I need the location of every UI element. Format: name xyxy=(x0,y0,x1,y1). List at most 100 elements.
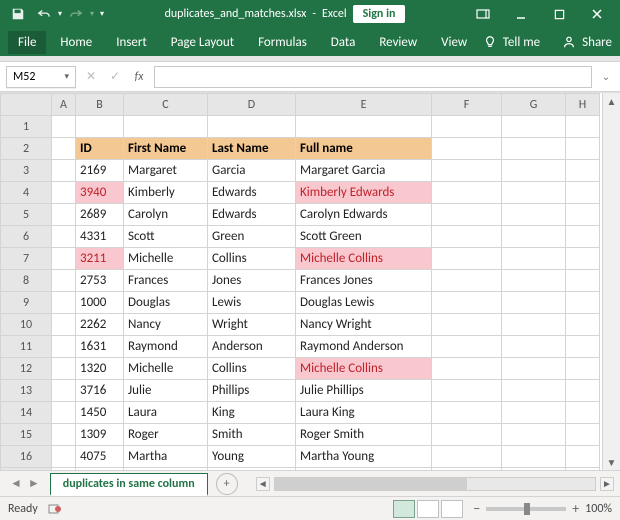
row-header[interactable]: 12 xyxy=(1,358,52,380)
cell[interactable]: Scott xyxy=(124,226,208,248)
tab-formulas[interactable]: Formulas xyxy=(248,31,317,54)
row-header[interactable]: 2 xyxy=(1,138,52,160)
cell[interactable] xyxy=(432,270,502,292)
cell[interactable]: Douglas xyxy=(124,292,208,314)
cell[interactable]: Young xyxy=(208,446,296,468)
cell[interactable] xyxy=(432,248,502,270)
tab-insert[interactable]: Insert xyxy=(106,31,157,54)
cell[interactable] xyxy=(502,424,566,446)
cell[interactable] xyxy=(566,314,600,336)
row-header[interactable]: 10 xyxy=(1,314,52,336)
cell[interactable] xyxy=(52,314,76,336)
horizontal-scrollbar[interactable]: ◄ ► xyxy=(250,477,620,491)
select-all-cell[interactable] xyxy=(1,94,52,116)
tab-review[interactable]: Review xyxy=(369,31,427,54)
cell[interactable]: Lewis xyxy=(208,292,296,314)
view-page-break-button[interactable] xyxy=(441,500,463,518)
col-header[interactable]: B xyxy=(76,94,124,116)
table-row[interactable]: 32169MargaretGarciaMargaret Garcia xyxy=(1,160,600,182)
row-header[interactable]: 16 xyxy=(1,446,52,468)
tab-home[interactable]: Home xyxy=(50,31,102,54)
table-row[interactable]: 16 4075MarthaYoungMartha Young xyxy=(1,446,600,468)
scroll-down-icon[interactable]: ▼ xyxy=(603,454,620,470)
cell[interactable] xyxy=(566,116,600,138)
cell[interactable]: Michelle xyxy=(124,248,208,270)
cell[interactable] xyxy=(502,358,566,380)
cell[interactable] xyxy=(432,402,502,424)
cell[interactable]: King xyxy=(208,402,296,424)
table-row[interactable]: 151309RogerSmithRoger Smith xyxy=(1,424,600,446)
col-header[interactable]: C xyxy=(124,94,208,116)
cell[interactable] xyxy=(566,182,600,204)
cell[interactable] xyxy=(502,336,566,358)
tab-page-layout[interactable]: Page Layout xyxy=(161,31,244,54)
cell[interactable] xyxy=(502,314,566,336)
cell[interactable] xyxy=(566,468,600,471)
cell[interactable]: Laura King xyxy=(296,402,432,424)
new-sheet-button[interactable]: + xyxy=(216,473,238,495)
cell[interactable]: Martha Young xyxy=(296,446,432,468)
chevron-down-icon[interactable]: ▾ xyxy=(64,71,69,82)
cell[interactable] xyxy=(52,270,76,292)
row-header[interactable]: 5 xyxy=(1,204,52,226)
cell[interactable]: Green xyxy=(208,226,296,248)
cell[interactable] xyxy=(566,446,600,468)
cancel-formula-button[interactable]: ✕ xyxy=(82,68,100,86)
cell[interactable]: Michelle Collins xyxy=(296,358,432,380)
cell[interactable]: Carolyn xyxy=(124,204,208,226)
cell[interactable] xyxy=(52,160,76,182)
cell[interactable]: Julie xyxy=(124,380,208,402)
cell[interactable] xyxy=(52,138,76,160)
cell[interactable] xyxy=(52,182,76,204)
row-header[interactable]: 4 xyxy=(1,182,52,204)
cell[interactable] xyxy=(566,358,600,380)
cell[interactable]: 4075 xyxy=(76,446,124,468)
cell[interactable] xyxy=(502,270,566,292)
cell[interactable] xyxy=(566,380,600,402)
grid[interactable]: A B C D E F G H 12IDFirst NameLast NameF… xyxy=(0,93,602,470)
cell[interactable] xyxy=(566,160,600,182)
cell[interactable]: 3940 xyxy=(76,182,124,204)
cell[interactable]: Jones xyxy=(208,270,296,292)
cell[interactable]: Kimberly xyxy=(124,182,208,204)
cell[interactable]: Roger Smith xyxy=(296,424,432,446)
cell[interactable]: Julie Phillips xyxy=(296,380,432,402)
cell[interactable]: 2262 xyxy=(76,314,124,336)
zoom-in-button[interactable]: + xyxy=(572,500,579,517)
cell[interactable]: 2689 xyxy=(76,204,124,226)
cell[interactable] xyxy=(432,336,502,358)
cell[interactable] xyxy=(208,116,296,138)
row-header[interactable]: 9 xyxy=(1,292,52,314)
table-row[interactable]: 121320MichelleCollinsMichelle Collins xyxy=(1,358,600,380)
cell[interactable] xyxy=(502,446,566,468)
row-header[interactable]: 6 xyxy=(1,226,52,248)
cell[interactable]: Edwards xyxy=(208,204,296,226)
cell[interactable]: 3211 xyxy=(76,248,124,270)
cell[interactable] xyxy=(502,468,566,471)
cell[interactable]: Martha xyxy=(124,446,208,468)
cell[interactable] xyxy=(502,248,566,270)
redo-dropdown-icon[interactable]: ▾ xyxy=(90,9,94,19)
scroll-left-icon[interactable]: ◄ xyxy=(256,477,270,491)
cell[interactable]: Scott Green xyxy=(296,226,432,248)
table-row[interactable]: 91000DouglasLewisDouglas Lewis xyxy=(1,292,600,314)
cell[interactable] xyxy=(432,380,502,402)
cell[interactable] xyxy=(432,446,502,468)
cell[interactable] xyxy=(432,182,502,204)
cell[interactable]: Frances xyxy=(124,270,208,292)
cell[interactable]: ID xyxy=(76,138,124,160)
cell[interactable]: Roger xyxy=(124,424,208,446)
cell[interactable] xyxy=(52,336,76,358)
cell[interactable]: 1450 xyxy=(76,402,124,424)
cell[interactable] xyxy=(432,358,502,380)
table-row[interactable]: 64331ScottGreenScott Green xyxy=(1,226,600,248)
zoom-level[interactable]: 100% xyxy=(585,502,612,516)
cell[interactable] xyxy=(52,424,76,446)
cell[interactable] xyxy=(432,138,502,160)
cell[interactable] xyxy=(432,468,502,471)
cell[interactable]: Michelle xyxy=(124,358,208,380)
cell[interactable]: Raymond xyxy=(124,336,208,358)
save-button[interactable] xyxy=(6,2,30,26)
cell[interactable]: 1631 xyxy=(76,336,124,358)
table-row[interactable]: 73211MichelleCollinsMichelle Collins xyxy=(1,248,600,270)
